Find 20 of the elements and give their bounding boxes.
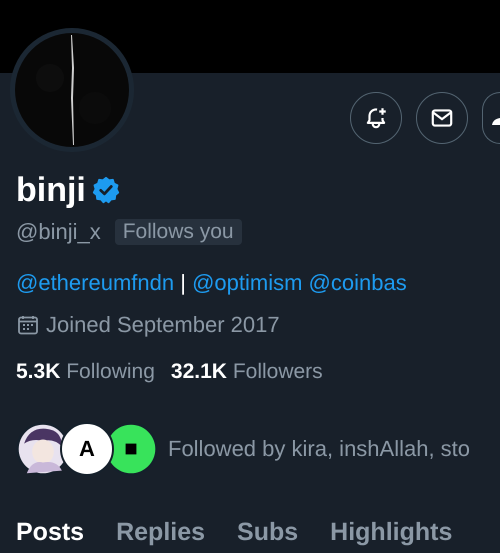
followed-by-text: Followed by kira, inshAllah, sto <box>168 436 470 462</box>
stat-link[interactable]: 5.3K Following <box>16 360 155 384</box>
avatar-letter: A <box>60 422 114 476</box>
message-button[interactable] <box>416 92 468 144</box>
joined-date: Joined September 2017 <box>46 312 280 338</box>
follows-you-label: Follows you <box>114 219 242 245</box>
mention-link[interactable]: @optimism <box>192 270 302 295</box>
username: @binji_x <box>16 219 101 245</box>
calendar-icon <box>16 313 40 337</box>
mention-link[interactable]: @ethereumfndn <box>16 270 174 295</box>
profile-tab[interactable]: Replies <box>116 518 206 547</box>
separator-text: | <box>180 270 186 295</box>
profile-tab[interactable]: Posts <box>16 518 84 547</box>
notification-button[interactable] <box>350 92 402 144</box>
profile-tab[interactable]: Subs <box>237 518 298 547</box>
profile-tab[interactable]: Highlights <box>330 518 452 547</box>
profile-action-button[interactable] <box>482 92 500 144</box>
stat-link[interactable]: 32.1K Followers <box>170 360 323 384</box>
mention-link[interactable]: @coinbas <box>308 270 407 295</box>
display-name: binji <box>16 170 86 210</box>
